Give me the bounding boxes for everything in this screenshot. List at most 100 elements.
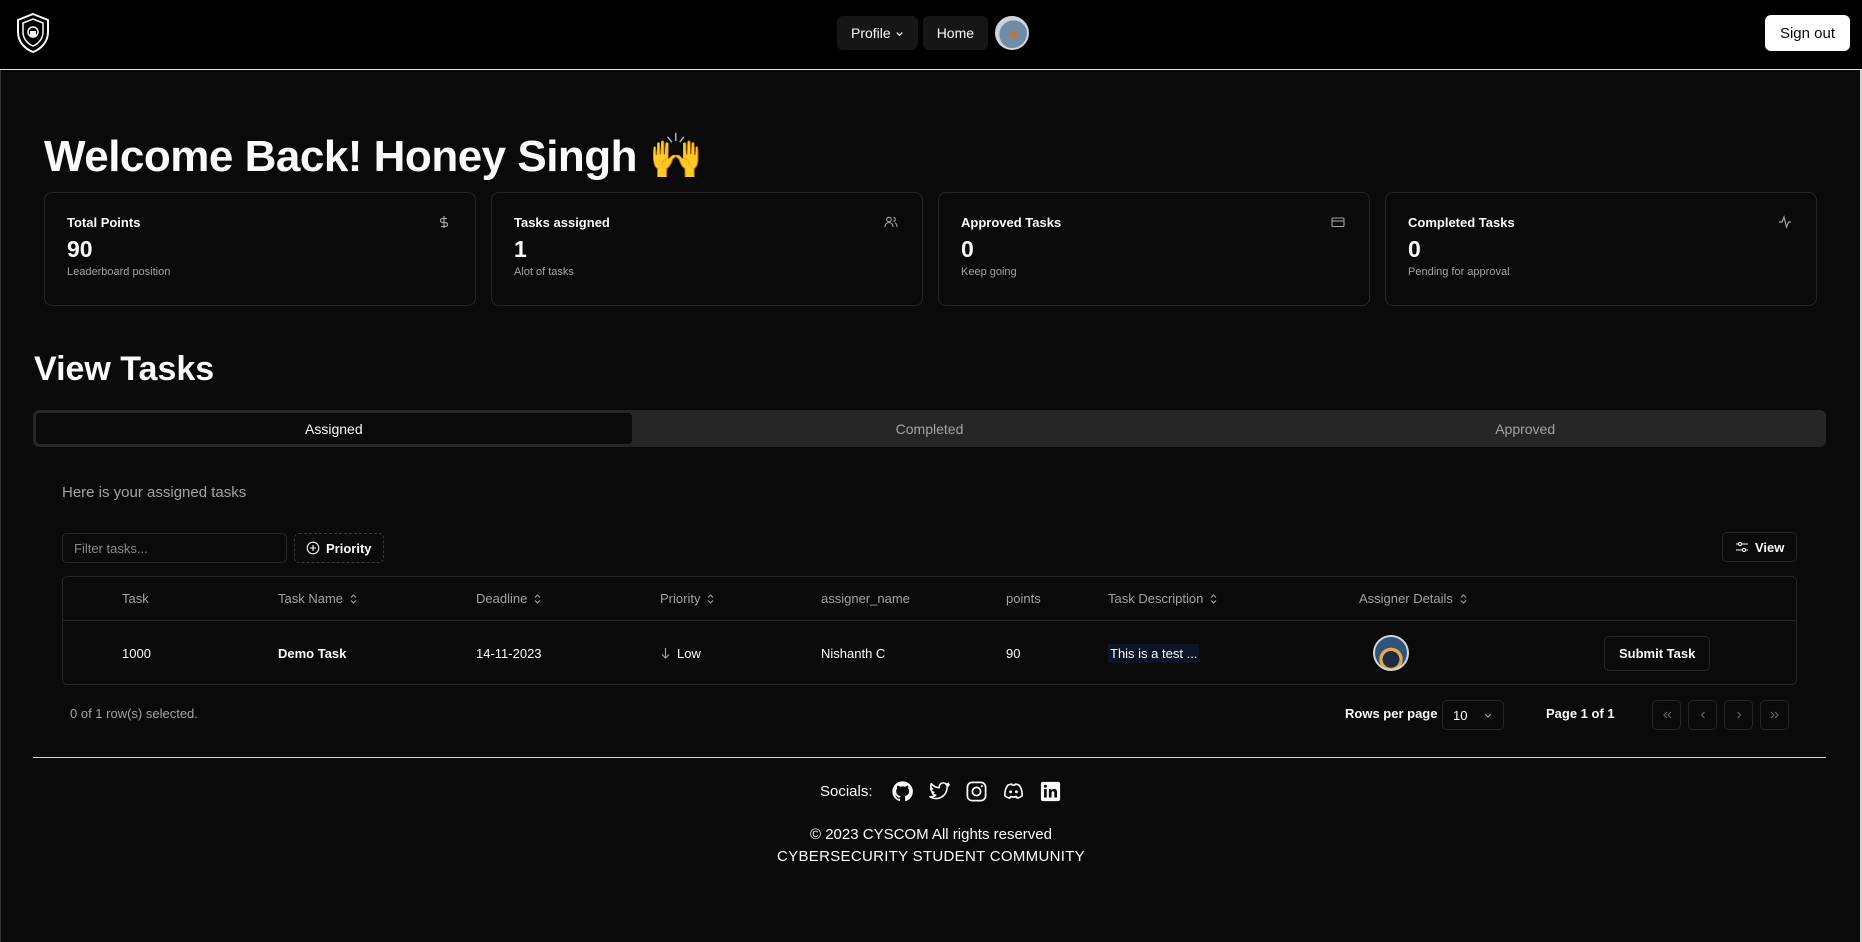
card-value: 90 xyxy=(67,236,93,262)
profile-menu-button[interactable]: Profile xyxy=(837,16,918,50)
cell-assigner-name: Nishanth C xyxy=(821,645,886,661)
card-value: 1 xyxy=(514,236,527,262)
cell-task-name: Demo Task xyxy=(278,645,347,661)
tab-approved[interactable]: Approved xyxy=(1227,413,1823,444)
sort-icon xyxy=(350,593,357,604)
twitter-icon[interactable] xyxy=(928,780,951,803)
arrow-down-icon xyxy=(661,648,670,659)
header-assigner-details-label: Assigner Details xyxy=(1359,591,1453,606)
linkedin-icon[interactable] xyxy=(1039,780,1062,803)
discord-icon[interactable] xyxy=(1002,780,1025,803)
welcome-heading: Welcome Back! Honey Singh 🙌 xyxy=(44,132,704,181)
dollar-icon xyxy=(439,216,449,228)
header-points: points xyxy=(1006,577,1041,620)
chevron-down-icon xyxy=(896,31,903,36)
card-subtitle: Alot of tasks xyxy=(514,266,574,278)
priority-filter-button[interactable]: Priority xyxy=(294,533,384,563)
last-page-button[interactable] xyxy=(1760,700,1789,730)
plus-circle-icon xyxy=(306,541,320,555)
sort-icon xyxy=(708,593,714,604)
view-options-label: View xyxy=(1755,539,1785,555)
view-tasks-heading: View Tasks xyxy=(34,350,215,388)
sign-out-button[interactable]: Sign out xyxy=(1764,15,1850,51)
sort-icon xyxy=(1460,593,1467,604)
top-navbar: Profile Home Sign out xyxy=(0,0,1862,70)
header-priority[interactable]: Priority xyxy=(660,577,715,620)
card-title: Tasks assigned xyxy=(514,215,610,230)
filter-tasks-input[interactable] xyxy=(62,533,287,563)
sort-icon xyxy=(1210,593,1217,604)
total-points-card: Total Points 90 Leaderboard position xyxy=(44,192,476,306)
table-row[interactable]: 1000 Demo Task 14-11-2023 Low Nishanth C… xyxy=(63,621,1796,685)
chevron-left-icon xyxy=(1700,711,1705,719)
shield-logo-icon[interactable] xyxy=(14,12,52,54)
tab-completed[interactable]: Completed xyxy=(632,413,1228,444)
submit-task-button[interactable]: Submit Task xyxy=(1604,635,1711,671)
page-indicator: Page 1 of 1 xyxy=(1546,706,1615,721)
card-title: Total Points xyxy=(67,215,141,230)
header-assigner-name-label: assigner_name xyxy=(821,591,910,606)
chevron-right-icon xyxy=(1736,711,1741,719)
home-button[interactable]: Home xyxy=(922,16,989,50)
task-description-text: This is a test ... xyxy=(1108,643,1200,663)
chevrons-left-icon xyxy=(1662,711,1671,719)
assigned-subtitle: Here is your assigned tasks xyxy=(62,484,247,501)
cell-points: 90 xyxy=(1006,645,1021,661)
home-label: Home xyxy=(936,25,975,41)
header-points-label: points xyxy=(1006,591,1041,606)
card-title: Approved Tasks xyxy=(961,215,1062,230)
profile-label: Profile xyxy=(851,25,891,41)
task-tabs: Assigned Completed Approved xyxy=(33,410,1826,447)
chevron-down-icon xyxy=(1484,713,1492,718)
header-assigner-name: assigner_name xyxy=(821,577,910,620)
priority-filter-label: Priority xyxy=(326,540,372,556)
card-value: 0 xyxy=(961,236,974,262)
rows-per-page-value: 10 xyxy=(1453,707,1468,723)
tasks-table: Task Task Name Deadline Priority assigne… xyxy=(62,576,1797,685)
credit-card-icon xyxy=(1331,217,1345,228)
footer-divider xyxy=(33,757,1826,758)
header-description-label: Task Description xyxy=(1108,591,1204,606)
card-subtitle: Keep going xyxy=(961,266,1017,278)
table-header: Task Task Name Deadline Priority assigne… xyxy=(63,577,1796,621)
rows-per-page-label: Rows per page xyxy=(1345,706,1438,721)
stats-cards: Total Points 90 Leaderboard position Tas… xyxy=(44,192,1817,306)
approved-tasks-card: Approved Tasks 0 Keep going xyxy=(938,192,1370,306)
users-icon xyxy=(884,216,898,228)
sliders-icon xyxy=(1736,541,1748,553)
copyright-text: © 2023 CYSCOM All rights reserved xyxy=(810,826,1052,843)
socials-label: Socials: xyxy=(820,783,873,800)
chevrons-right-icon xyxy=(1770,711,1779,719)
cell-deadline: 14-11-2023 xyxy=(476,645,542,661)
socials-row: Socials: xyxy=(820,780,1062,803)
card-title: Completed Tasks xyxy=(1408,215,1515,230)
priority-value: Low xyxy=(677,645,701,661)
card-value: 0 xyxy=(1408,236,1421,262)
cell-task-description: This is a test ... xyxy=(1108,621,1200,685)
community-name: CYBERSECURITY STUDENT COMMUNITY xyxy=(777,848,1085,865)
completed-tasks-card: Completed Tasks 0 Pending for approval xyxy=(1385,192,1817,306)
github-icon[interactable] xyxy=(891,780,914,803)
assigner-avatar[interactable] xyxy=(1373,635,1409,671)
card-subtitle: Leaderboard position xyxy=(67,266,171,278)
cell-assigner-details xyxy=(1373,621,1409,685)
view-options-button[interactable]: View xyxy=(1722,532,1798,562)
header-assigner-details[interactable]: Assigner Details xyxy=(1359,577,1468,620)
instagram-icon[interactable] xyxy=(965,780,988,803)
sort-icon xyxy=(534,593,541,604)
sign-out-label: Sign out xyxy=(1779,24,1835,42)
header-priority-label: Priority xyxy=(660,591,701,606)
header-task-description[interactable]: Task Description xyxy=(1108,577,1218,620)
previous-page-button[interactable] xyxy=(1688,700,1717,730)
header-deadline-label: Deadline xyxy=(476,591,528,606)
header-deadline[interactable]: Deadline xyxy=(476,577,542,620)
header-task-name-label: Task Name xyxy=(278,591,344,606)
user-avatar[interactable] xyxy=(995,16,1030,50)
tab-assigned[interactable]: Assigned xyxy=(36,413,632,444)
rows-per-page-select[interactable]: 10 xyxy=(1442,700,1504,730)
cell-priority: Low xyxy=(660,621,701,685)
activity-icon xyxy=(1779,215,1791,229)
first-page-button[interactable] xyxy=(1652,700,1681,730)
header-task-name[interactable]: Task Name xyxy=(278,577,358,620)
next-page-button[interactable] xyxy=(1724,700,1753,730)
